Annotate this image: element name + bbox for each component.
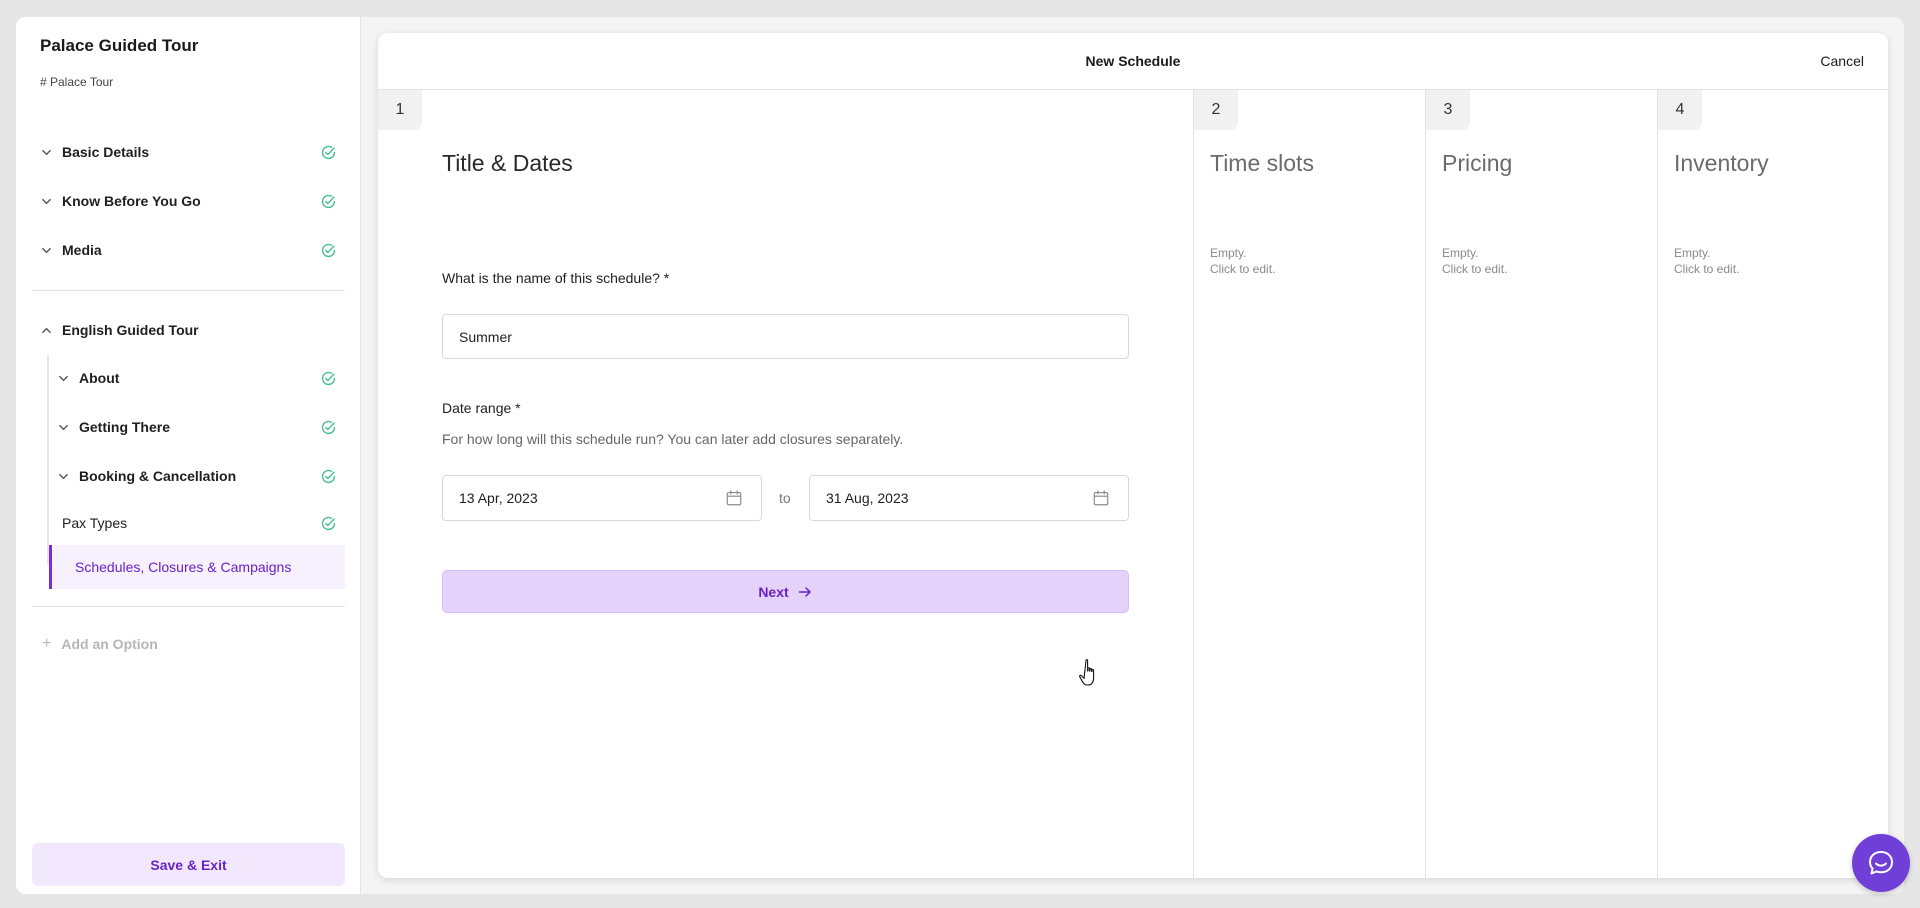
check-circle-icon [321, 516, 336, 530]
sidebar-item-know-before-you-go[interactable]: Know Before You Go [32, 183, 345, 219]
arrow-right-icon [798, 586, 811, 597]
product-title: Palace Guided Tour [40, 36, 199, 55]
chat-icon [1869, 851, 1893, 875]
cancel-button[interactable]: Cancel [1820, 53, 1864, 69]
hand-pointer-icon [1079, 659, 1095, 686]
date-range-label: Date range * [442, 400, 521, 416]
sidebar-option-label: English Guided Tour [62, 322, 199, 338]
start-date-value: 13 Apr, 2023 [459, 490, 538, 506]
new-schedule-modal: New Schedule Cancel 1 Title & Dates What… [378, 33, 1888, 878]
step-title: Time slots [1210, 150, 1314, 176]
sidebar-item-booking-cancellation[interactable]: Booking & Cancellation [49, 458, 345, 494]
plus-icon: + [42, 635, 52, 652]
calendar-icon [1093, 490, 1109, 506]
sidebar: Palace Guided Tour # Palace Tour Basic D… [16, 17, 361, 894]
next-button[interactable]: Next [442, 570, 1129, 613]
schedule-name-input[interactable] [442, 314, 1129, 359]
check-circle-icon [321, 420, 336, 434]
check-circle-icon [321, 145, 336, 159]
step-number: 1 [378, 90, 422, 130]
sidebar-item-label: Schedules, Closures & Campaigns [75, 559, 292, 575]
step-title: Title & Dates [442, 150, 573, 176]
chevron-up-icon [40, 324, 52, 336]
date-range-separator: to [779, 490, 791, 506]
step-number: 4 [1658, 90, 1702, 130]
sidebar-item-label: Media [62, 242, 102, 258]
product-code: # Palace Tour [40, 75, 114, 89]
chevron-down-icon [57, 372, 69, 384]
sidebar-item-label: Pax Types [62, 515, 128, 531]
step-inventory[interactable]: 4 Inventory Empty. Click to edit. [1658, 90, 1888, 878]
end-date-value: 31 Aug, 2023 [826, 490, 909, 506]
save-exit-button[interactable]: Save & Exit [32, 843, 345, 886]
modal-header: New Schedule Cancel [378, 33, 1888, 90]
step-title: Pricing [1442, 150, 1513, 176]
chevron-down-icon [40, 146, 52, 158]
chevron-down-icon [57, 421, 69, 433]
sidebar-option-english-guided-tour[interactable]: English Guided Tour [32, 312, 345, 348]
sidebar-divider [32, 290, 345, 291]
sidebar-item-label: Booking & Cancellation [79, 468, 237, 484]
step-number: 2 [1194, 90, 1238, 130]
schedule-name-label: What is the name of this schedule? * [442, 270, 670, 286]
sidebar-item-about[interactable]: About [49, 360, 345, 396]
check-circle-icon [321, 469, 336, 483]
date-range-help: For how long will this schedule run? You… [442, 431, 904, 447]
step-number: 3 [1426, 90, 1470, 130]
check-circle-icon [321, 371, 336, 385]
sidebar-item-basic-details[interactable]: Basic Details [32, 134, 345, 170]
step-empty-placeholder[interactable]: Empty. Click to edit. [1442, 245, 1507, 277]
chevron-down-icon [57, 470, 69, 482]
calendar-icon [726, 490, 742, 506]
check-circle-icon [321, 194, 336, 208]
next-button-label: Next [758, 583, 789, 600]
sidebar-item-schedules-closures-campaigns[interactable]: Schedules, Closures & Campaigns [49, 545, 345, 589]
end-date-input[interactable]: 31 Aug, 2023 [809, 475, 1129, 521]
sidebar-item-label: Basic Details [62, 144, 150, 160]
step-pricing[interactable]: 3 Pricing Empty. Click to edit. [1426, 90, 1658, 878]
step-title-dates: 1 Title & Dates What is the name of this… [378, 90, 1194, 878]
sidebar-divider [32, 606, 345, 607]
sidebar-item-getting-there[interactable]: Getting There [49, 409, 345, 445]
add-option-label: Add an Option [61, 636, 158, 652]
sidebar-item-pax-types[interactable]: Pax Types [49, 505, 345, 541]
check-circle-icon [321, 243, 336, 257]
step-time-slots[interactable]: 2 Time slots Empty. Click to edit. [1194, 90, 1426, 878]
step-empty-placeholder[interactable]: Empty. Click to edit. [1210, 245, 1275, 277]
add-option-button[interactable]: + Add an Option [42, 634, 158, 654]
sidebar-item-label: About [79, 370, 120, 386]
chat-launcher-button[interactable] [1852, 834, 1910, 892]
sidebar-item-media[interactable]: Media [32, 232, 345, 268]
app-window: Palace Guided Tour # Palace Tour Basic D… [16, 17, 1904, 894]
sidebar-item-label: Getting There [79, 419, 171, 435]
chevron-down-icon [40, 195, 52, 207]
step-title: Inventory [1674, 150, 1769, 176]
modal-title: New Schedule [1085, 53, 1181, 69]
chevron-down-icon [40, 244, 52, 256]
step-empty-placeholder[interactable]: Empty. Click to edit. [1674, 245, 1739, 277]
sidebar-item-label: Know Before You Go [62, 193, 201, 209]
start-date-input[interactable]: 13 Apr, 2023 [442, 475, 762, 521]
